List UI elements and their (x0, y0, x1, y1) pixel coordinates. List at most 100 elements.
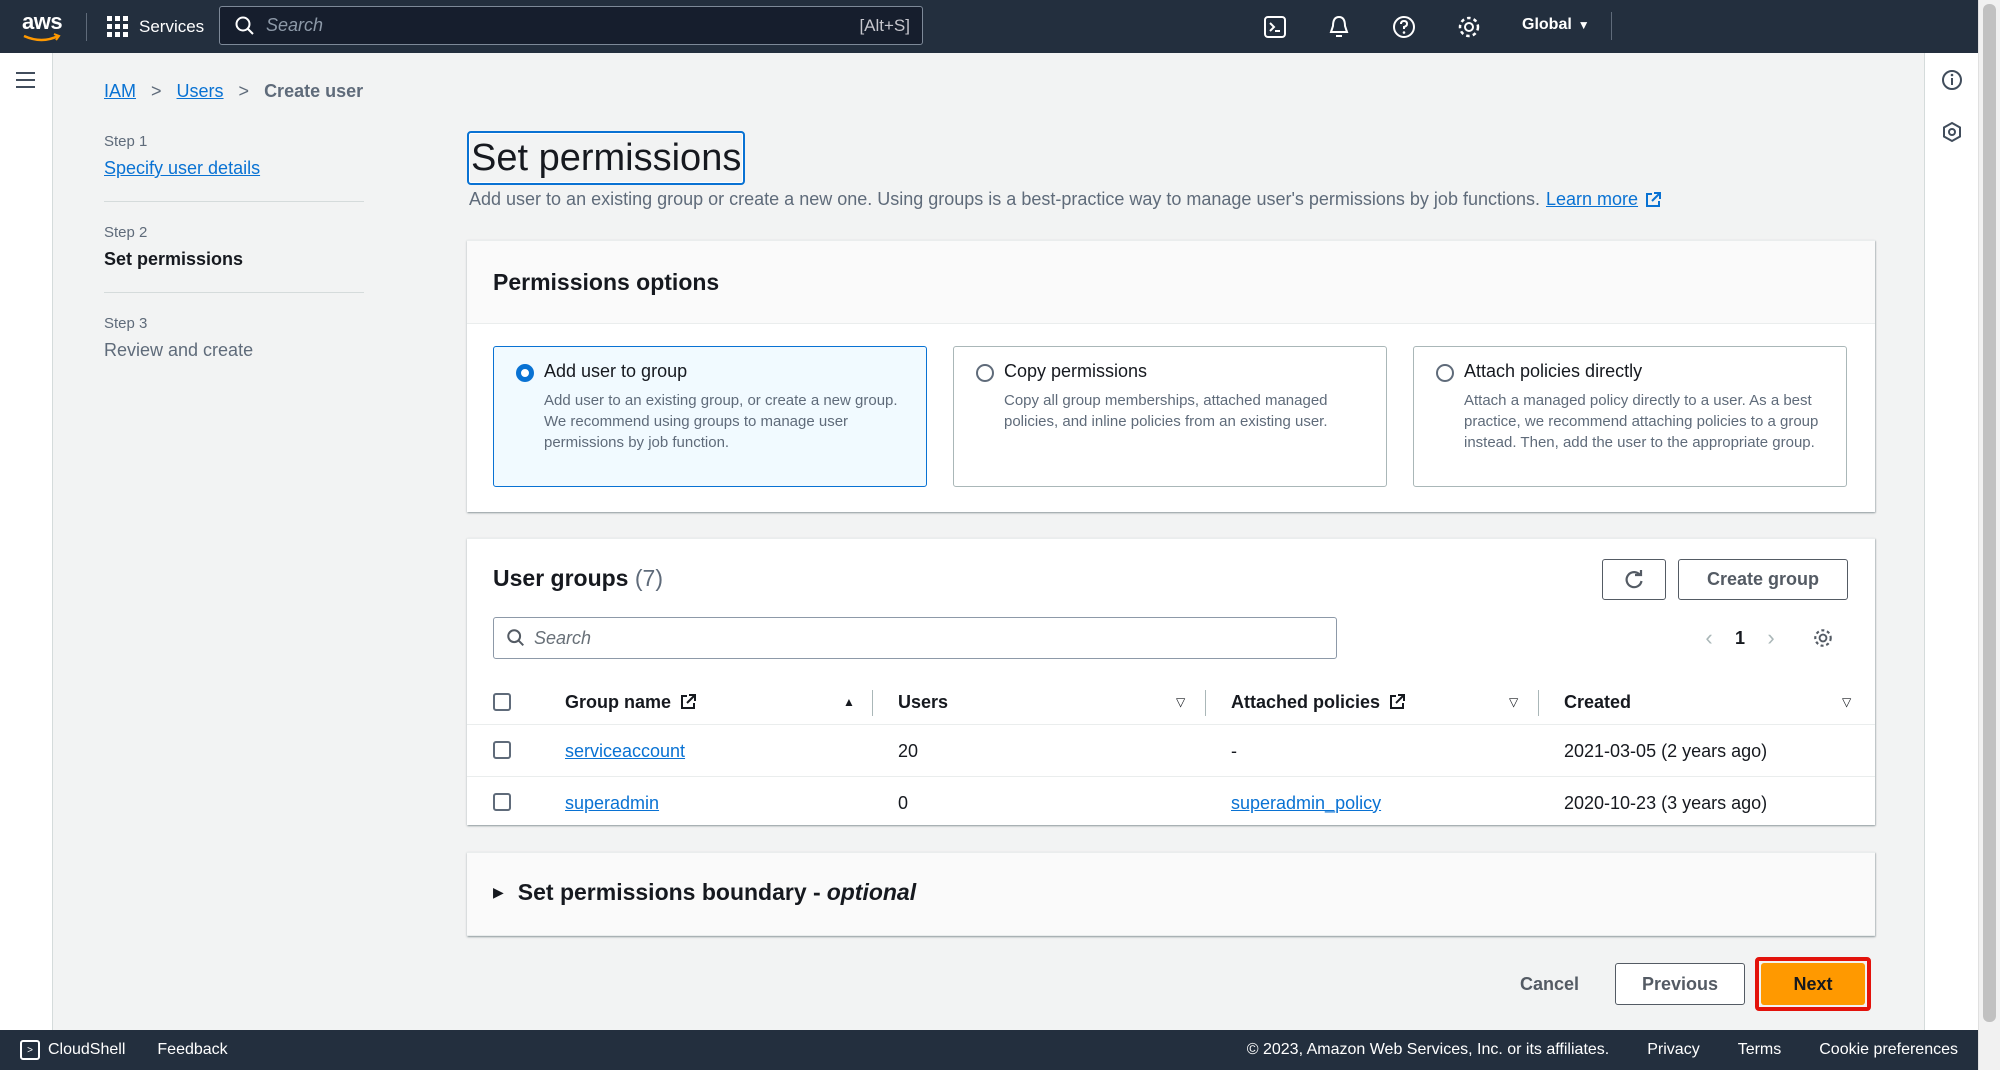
user-groups-table: Group name ▲ Users ▽ Attached policies ▽… (467, 679, 1875, 829)
hamburger-menu-icon[interactable] (16, 72, 35, 88)
column-divider (1205, 690, 1206, 716)
settings-gear-icon[interactable] (1455, 13, 1483, 41)
privacy-link[interactable]: Privacy (1647, 1041, 1699, 1059)
pagination: ‹ 1 › (1699, 625, 1835, 651)
permissions-boundary-panel: ▶ Set permissions boundary - optional (467, 852, 1875, 936)
option-copy-permissions[interactable]: Copy permissions Copy all group membersh… (953, 346, 1387, 487)
group-name-link[interactable]: serviceaccount (565, 741, 685, 762)
table-header-row: Group name ▲ Users ▽ Attached policies ▽… (467, 679, 1875, 725)
search-icon (507, 629, 524, 646)
option-title: Attach policies directly (1464, 361, 1643, 381)
step-1-link[interactable]: Specify user details (104, 158, 260, 178)
page-scrollbar[interactable] (1978, 0, 2000, 1070)
radio-button[interactable] (1436, 364, 1454, 382)
global-search-input[interactable]: Search [Alt+S] (219, 6, 923, 45)
radio-button[interactable] (976, 364, 994, 382)
chevron-right-icon[interactable]: › (1761, 625, 1781, 651)
row-checkbox[interactable] (493, 793, 511, 811)
wizard-step-2: Step 2 Set permissions (104, 224, 364, 293)
option-add-user-to-group[interactable]: Add user to group Add user to an existin… (493, 346, 927, 487)
external-link-icon (1390, 694, 1406, 709)
sort-indicator-icon[interactable]: ▽ (1176, 695, 1185, 709)
permissions-options-header: Permissions options (467, 241, 1875, 324)
permissions-option-tiles: Add user to group Add user to an existin… (493, 346, 1847, 487)
attached-policy-link[interactable]: superadmin_policy (1231, 793, 1381, 814)
left-side-rail (0, 53, 53, 1030)
users-count: 20 (898, 740, 919, 761)
notifications-bell-icon[interactable] (1325, 13, 1353, 41)
sort-indicator-icon[interactable]: ▽ (1509, 695, 1518, 709)
row-checkbox[interactable] (493, 741, 511, 759)
sort-indicator-icon[interactable]: ▽ (1842, 695, 1851, 709)
cloudshell-label: CloudShell (48, 1041, 126, 1058)
select-all-checkbox[interactable] (493, 693, 511, 711)
scrollbar-thumb[interactable] (1983, 4, 1996, 1022)
groups-search-input[interactable]: Search (493, 617, 1337, 659)
terms-link[interactable]: Terms (1738, 1041, 1782, 1059)
option-title: Add user to group (544, 361, 688, 381)
radio-button-selected[interactable] (516, 364, 534, 382)
column-header-created[interactable]: Created ▽ (1564, 679, 1859, 725)
breadcrumb-users-link[interactable]: Users (177, 81, 224, 102)
column-header-users[interactable]: Users ▽ (898, 679, 1193, 725)
search-placeholder: Search (534, 627, 592, 648)
column-header-attached-policies[interactable]: Attached policies ▽ (1231, 679, 1526, 725)
footer-links: © 2023, Amazon Web Services, Inc. or its… (1247, 1041, 1958, 1059)
cloudshell-icon[interactable] (1261, 13, 1289, 41)
description-text: Add user to an existing group or create … (469, 189, 1540, 209)
page-title: Set permissions (467, 131, 746, 185)
next-button-highlight: Next (1755, 957, 1872, 1011)
option-attach-policies-directly[interactable]: Attach policies directly Attach a manage… (1413, 346, 1847, 487)
cancel-button[interactable]: Cancel (1520, 974, 1579, 995)
group-name-link[interactable]: superadmin (565, 793, 659, 814)
option-description: Copy all group memberships, attached man… (1004, 392, 1328, 430)
attached-policies: - (1231, 740, 1237, 761)
region-label: Global (1522, 16, 1572, 33)
chevron-left-icon[interactable]: ‹ (1699, 625, 1719, 651)
cloudshell-footer-button[interactable]: > CloudShell (20, 1040, 125, 1060)
page-number[interactable]: 1 (1735, 628, 1745, 649)
console-footer: > CloudShell Feedback © 2023, Amazon Web… (0, 1030, 1978, 1070)
user-groups-title: User groups (7) (493, 565, 663, 592)
help-icon[interactable] (1390, 13, 1418, 41)
cookie-preferences-link[interactable]: Cookie preferences (1819, 1041, 1958, 1059)
column-label: Users (898, 691, 949, 712)
table-preferences-gear-icon[interactable] (1811, 626, 1835, 650)
sort-ascending-icon[interactable]: ▲ (843, 695, 855, 709)
wizard-step-1: Step 1 Specify user details (104, 133, 364, 202)
table-row: superadmin 0 superadmin_policy 2020-10-2… (467, 777, 1875, 829)
step-3-title: Review and create (104, 340, 254, 360)
copyright-text: © 2023, Amazon Web Services, Inc. or its… (1246, 1041, 1610, 1058)
refresh-icon (1625, 569, 1643, 588)
column-header-group-name[interactable]: Group name ▲ (565, 679, 860, 725)
feedback-link[interactable]: Feedback (157, 1041, 227, 1059)
step-number: Step 3 (104, 315, 148, 332)
permissions-options-panel: Permissions options Add user to group Ad… (467, 240, 1875, 512)
learn-more-link[interactable]: Learn more (1546, 189, 1662, 210)
aws-smile-icon (23, 32, 61, 41)
search-placeholder: Search (266, 15, 324, 35)
previous-button[interactable]: Previous (1615, 963, 1746, 1005)
region-selector[interactable]: Global ▼ (1522, 16, 1590, 34)
cloudshell-icon: > (20, 1040, 40, 1060)
create-group-button[interactable]: Create group (1678, 559, 1848, 600)
external-link-icon (1646, 191, 1662, 207)
column-divider (1538, 690, 1539, 716)
breadcrumb-iam-link[interactable]: IAM (104, 81, 136, 102)
page-description: Add user to an existing group or create … (469, 189, 1662, 210)
aws-logo[interactable]: aws (22, 10, 66, 43)
groups-count: (7) (634, 565, 663, 591)
permissions-boundary-toggle[interactable]: ▶ Set permissions boundary - optional (493, 879, 916, 906)
search-shortcut: [Alt+S] (859, 15, 910, 35)
step-number: Step 1 (104, 133, 148, 150)
step-number: Step 2 (104, 224, 148, 241)
refresh-button[interactable] (1602, 559, 1666, 600)
nav-divider (86, 12, 87, 41)
nav-divider (1611, 12, 1612, 40)
info-icon[interactable] (1941, 69, 1963, 91)
top-navigation: aws Services Search [Alt+S] Global ▼ (0, 0, 2000, 53)
feature-hexagon-icon[interactable] (1941, 121, 1963, 143)
services-menu-button[interactable]: Services (107, 16, 204, 37)
groups-title-text: User groups (493, 565, 629, 591)
next-button[interactable]: Next (1761, 963, 1866, 1005)
